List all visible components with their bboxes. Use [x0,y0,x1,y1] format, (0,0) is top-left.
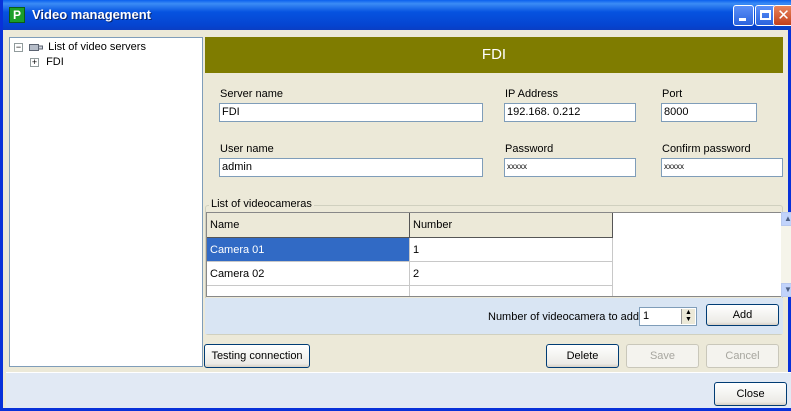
save-button[interactable]: Save [626,344,699,368]
window-title: Video management [32,7,151,22]
stepper-arrows-icon[interactable]: ▲ ▼ [681,309,695,324]
close-icon: ✕ [777,6,790,24]
add-camera-count-stepper[interactable]: 1 ▲ ▼ [639,307,697,326]
add-camera-count-value[interactable]: 1 [643,310,649,322]
port-label: Port [662,88,683,100]
cameras-table[interactable]: Name Number Camera 01 1 Camera 02 2 [206,212,782,297]
confirm-password-input[interactable]: xxxxx [661,158,783,177]
column-header-name[interactable]: Name [207,213,410,238]
server-tree: − List of video servers + FDI [9,37,203,367]
table-cell-number[interactable]: 1 [410,238,613,262]
delete-button[interactable]: Delete [546,344,619,368]
collapse-toggle-icon[interactable]: − [14,42,23,52]
add-button[interactable]: Add [706,304,779,326]
video-management-window: P Video management ✕ − List of video ser… [0,0,791,411]
user-name-input[interactable]: admin [219,158,483,177]
table-scrollbar[interactable]: ▲ ▼ [781,212,791,297]
server-name-label: Server name [220,88,283,100]
tree-item-fdi[interactable]: + FDI [30,55,64,69]
add-camera-count-label: Number of videocamera to add [488,311,640,323]
cancel-button[interactable]: Cancel [706,344,779,368]
table-cell-name[interactable] [207,286,410,296]
close-window-button[interactable]: ✕ [773,5,791,26]
testing-connection-button[interactable]: Testing connection [204,344,310,368]
confirm-password-label: Confirm password [662,143,751,155]
password-input[interactable]: xxxxx [504,158,636,177]
app-icon: P [9,7,25,23]
ip-address-label: IP Address [505,88,558,100]
tree-item-root[interactable]: − List of video servers [14,40,146,54]
ip-address-input[interactable]: 192.168. 0.212 [504,103,636,122]
footer [6,373,791,408]
table-cell-number[interactable] [410,286,613,296]
user-name-label: User name [220,143,274,155]
table-cell-number[interactable]: 2 [410,262,613,286]
server-icon [29,43,44,51]
title-bar[interactable]: P Video management ✕ [3,0,791,30]
minimize-icon [739,18,746,21]
password-label: Password [505,143,554,155]
tree-item-fdi-label: FDI [46,56,64,68]
close-button[interactable]: Close [714,382,787,406]
minimize-button[interactable] [733,5,754,26]
port-input[interactable]: 8000 [661,103,757,122]
expand-toggle-icon[interactable]: + [30,57,39,67]
server-header: FDI [205,37,783,73]
table-cell-name[interactable]: Camera 01 [207,238,410,262]
scroll-up-icon[interactable]: ▲ [781,212,791,226]
tree-item-root-label: List of video servers [48,41,146,53]
server-name-input[interactable]: FDI [219,103,483,122]
maximize-icon [760,10,771,20]
column-header-number[interactable]: Number [410,213,613,238]
cameras-group-label: List of videocameras [209,198,314,210]
scroll-down-icon[interactable]: ▼ [781,283,791,297]
table-cell-name[interactable]: Camera 02 [207,262,410,286]
